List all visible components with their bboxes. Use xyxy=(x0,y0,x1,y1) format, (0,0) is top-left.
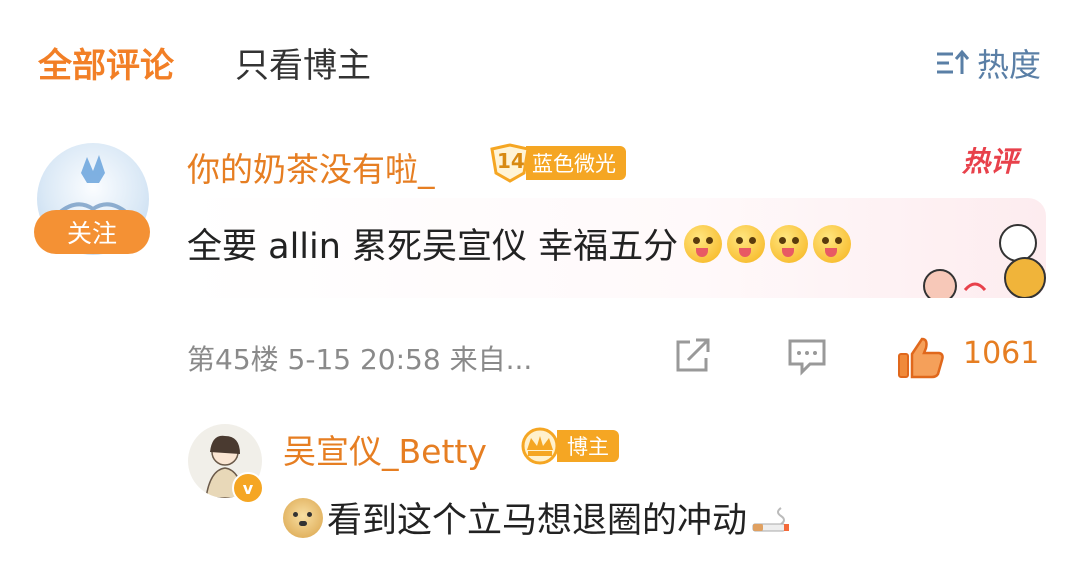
sort-icon xyxy=(936,49,969,74)
reply-button[interactable] xyxy=(786,336,828,380)
verified-icon: v xyxy=(232,472,264,504)
sort-label: 热度 xyxy=(976,46,1041,84)
comment-source: 来自... xyxy=(449,343,533,376)
fan-level-badge[interactable]: 14 蓝色微光 xyxy=(488,143,626,183)
like-button[interactable] xyxy=(896,336,946,384)
cigarette-emoji-icon xyxy=(751,503,795,533)
tongue-emoji-icon xyxy=(727,224,766,263)
comment-icon xyxy=(788,339,826,376)
tongue-emoji-icon xyxy=(770,224,809,263)
sort-by-heat-button[interactable]: 热度 xyxy=(935,40,1041,86)
reply-author-username[interactable]: 吴宣仪_Betty xyxy=(283,425,487,473)
blogger-badge-text: 博主 xyxy=(557,430,619,462)
comment-text: 全要 allin 累死吴宣仪 幸福五分 xyxy=(187,227,679,267)
comment-meta: 第45楼 5-15 20:58 来自... xyxy=(187,338,532,378)
reply-text: 看到这个立马想退圈的冲动 xyxy=(327,501,748,541)
floor-number: 第45楼 xyxy=(187,343,279,376)
commenter-username[interactable]: 你的奶茶没有啦_ xyxy=(187,143,435,191)
comment-time: 5-15 20:58 xyxy=(287,343,441,376)
share-button[interactable] xyxy=(672,336,714,380)
badge-text: 蓝色微光 xyxy=(526,146,626,180)
tab-all-comments[interactable]: 全部评论 xyxy=(38,38,174,87)
blogger-badge: 博主 xyxy=(515,426,619,466)
share-icon xyxy=(676,338,710,372)
tongue-emoji-icon xyxy=(684,224,723,263)
hot-comment-tag: 热评 xyxy=(962,145,1019,178)
badge-level: 14 xyxy=(497,149,525,173)
tab-author-only[interactable]: 只看博主 xyxy=(235,38,371,87)
comment-text-row: 全要 allin 累死吴宣仪 幸福五分 xyxy=(187,218,852,269)
level-shield-icon: 14 xyxy=(488,143,532,183)
reply-text-row: 看到这个立马想退圈的冲动 xyxy=(283,492,795,543)
doge-emoji-icon xyxy=(283,497,323,538)
thumbs-up-icon xyxy=(898,337,944,379)
comment-tabs: 全部评论 只看博主 热度 xyxy=(38,38,1041,86)
follow-button[interactable]: 关注 xyxy=(34,210,150,254)
like-count: 1061 xyxy=(963,336,1040,371)
tongue-emoji-icon xyxy=(813,224,852,263)
